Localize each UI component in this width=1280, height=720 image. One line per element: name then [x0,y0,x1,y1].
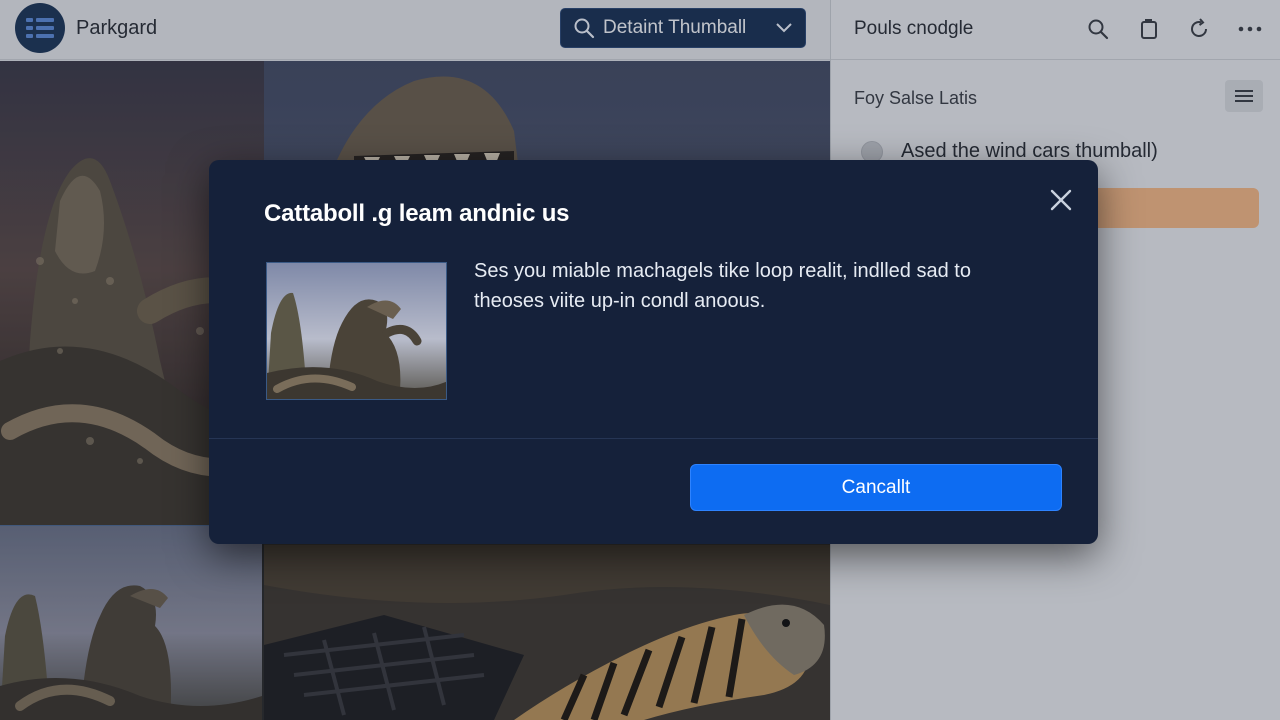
confirm-dialog: Cattaboll .g leam andnic us Ses you miab… [209,160,1098,544]
cancel-button[interactable]: Cancallt [690,464,1062,511]
dialog-divider [209,438,1098,439]
creature-image [267,263,446,399]
dialog-title: Cattaboll .g leam andnic us [264,200,570,227]
close-icon [1050,189,1072,211]
dialog-message: Ses you miable machagels tike loop reali… [474,260,971,312]
dialog-close-button[interactable] [1047,186,1075,214]
dialog-thumbnail [266,262,447,400]
